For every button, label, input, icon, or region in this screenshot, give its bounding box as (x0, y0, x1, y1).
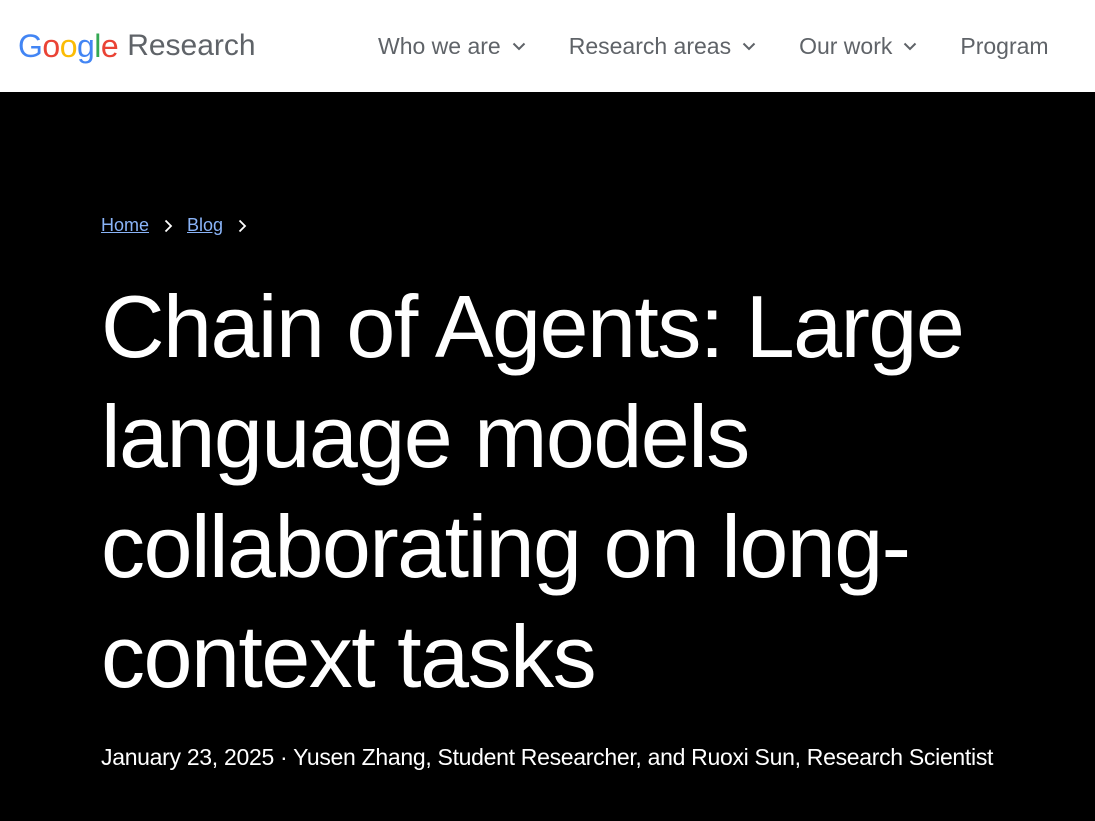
main-nav: Who we are Research areas Our work Progr… (378, 0, 1091, 92)
breadcrumb-home-link[interactable]: Home (101, 215, 149, 236)
article-authors: Yusen Zhang, Student Researcher, and Ruo… (293, 744, 994, 770)
breadcrumb: Home Blog (101, 215, 261, 236)
meta-separator: · (280, 744, 288, 770)
google-research-logo[interactable]: Google Research (18, 24, 256, 68)
nav-item-label: Our work (799, 32, 893, 59)
logo-letter: o (42, 27, 60, 64)
chevron-down-icon (904, 42, 917, 51)
article-hero: Home Blog Chain of Agents: Large languag… (0, 92, 1095, 821)
chevron-right-icon (164, 219, 173, 232)
logo-letter: e (100, 27, 119, 64)
logo-letter: g (76, 27, 95, 64)
article-title: Chain of Agents: Large language models c… (101, 277, 965, 706)
logo-letter: G (18, 27, 43, 64)
logo-letter: l (94, 27, 101, 64)
logo-letter: o (59, 27, 78, 64)
google-wordmark: Google (18, 27, 119, 65)
nav-item-label: Research areas (568, 32, 732, 59)
nav-item-research-areas[interactable]: Research areas (569, 33, 757, 60)
nav-item-programs[interactable]: Program (960, 33, 1048, 60)
nav-item-our-work[interactable]: Our work (799, 33, 918, 60)
site-header: Google Research Who we are Research area… (0, 0, 1095, 92)
nav-item-who-we-are[interactable]: Who we are (378, 33, 527, 60)
chevron-down-icon (742, 42, 756, 51)
logo-research-text: Research (127, 29, 256, 62)
nav-item-label: Who we are (378, 32, 501, 59)
article-meta: January 23, 2025 · Yusen Zhang, Student … (101, 744, 993, 771)
chevron-right-icon (238, 219, 247, 232)
chevron-down-icon (512, 42, 525, 51)
breadcrumb-blog-link[interactable]: Blog (187, 215, 223, 236)
article-date: January 23, 2025 (101, 744, 274, 770)
nav-item-label: Program (960, 32, 1049, 59)
